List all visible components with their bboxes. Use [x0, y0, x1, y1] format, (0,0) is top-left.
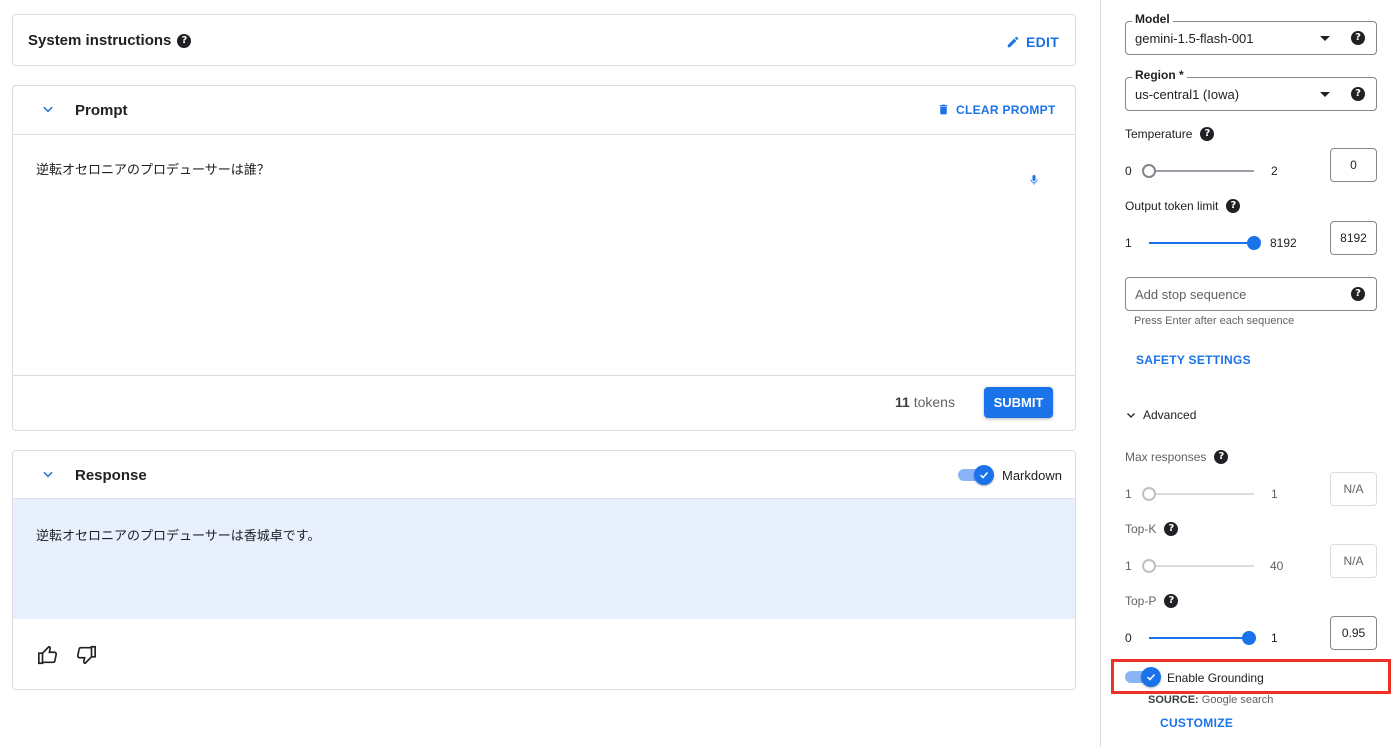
thumbs-up-icon[interactable] — [37, 644, 59, 671]
markdown-label: Markdown — [1002, 468, 1062, 483]
top-k-label-row: Top-K ? — [1125, 522, 1179, 536]
model-select[interactable]: Model gemini-1.5-flash-001 ? — [1125, 12, 1377, 55]
response-body — [13, 499, 1075, 619]
response-card: Response Markdown 逆転オセロニアのプロデューサーは香城卓です。 — [12, 450, 1076, 690]
thumbs-down-icon[interactable] — [75, 644, 97, 671]
advanced-label: Advanced — [1143, 408, 1197, 422]
pencil-icon — [1007, 36, 1019, 48]
slider-thumb[interactable] — [1247, 236, 1261, 250]
help-icon[interactable]: ? — [177, 33, 192, 48]
divider — [13, 134, 1075, 135]
edit-button[interactable]: EDIT — [1006, 34, 1059, 50]
token-count-value: 11 — [895, 394, 910, 410]
slider-thumb[interactable] — [1142, 164, 1156, 178]
top-p-min: 0 — [1125, 631, 1132, 645]
top-k-min: 1 — [1125, 559, 1132, 573]
dropdown-arrow-icon — [1320, 92, 1330, 97]
model-value: gemini-1.5-flash-001 — [1135, 31, 1254, 46]
token-count: 11 tokens — [895, 394, 955, 410]
stop-sequence-input[interactable]: Add stop sequence ? — [1125, 277, 1377, 311]
settings-panel: Model gemini-1.5-flash-001 ? Region * us… — [1100, 0, 1400, 747]
help-icon[interactable]: ? — [1200, 127, 1215, 141]
divider — [13, 375, 1075, 376]
max-responses-slider — [1142, 487, 1254, 501]
top-p-input[interactable]: 0.95 — [1330, 616, 1377, 650]
chevron-down-icon[interactable] — [41, 467, 55, 484]
prompt-card: Prompt CLEAR PROMPT 逆転オセロニアのプロデューサーは誰？ 1… — [12, 85, 1076, 431]
max-responses-label-row: Max responses ? — [1125, 450, 1229, 464]
slider-fill — [1149, 637, 1249, 639]
source-value: Google search — [1201, 694, 1274, 706]
region-select[interactable]: Region * us-central1 (Iowa) ? — [1125, 68, 1377, 111]
highlight-box — [1111, 659, 1391, 694]
help-icon[interactable]: ? — [1351, 287, 1365, 301]
advanced-toggle[interactable]: Advanced — [1125, 408, 1196, 422]
grounding-source: SOURCE: Google search — [1148, 694, 1273, 706]
temperature-label-row: Temperature ? — [1125, 127, 1215, 141]
prompt-input[interactable]: 逆転オセロニアのプロデューサーは誰？ — [36, 159, 270, 178]
region-label: Region * — [1132, 68, 1187, 82]
system-instructions-title: System instructions — [28, 32, 172, 49]
chevron-down-icon[interactable] — [41, 102, 55, 119]
system-instructions-header: System instructions ? — [28, 32, 192, 49]
slider-thumb — [1142, 559, 1156, 573]
region-value: us-central1 (Iowa) — [1135, 87, 1240, 102]
system-instructions-card: System instructions ? EDIT — [12, 14, 1076, 66]
edit-label: EDIT — [1026, 34, 1060, 50]
model-label: Model — [1132, 12, 1173, 26]
top-k-label: Top-K — [1125, 522, 1157, 536]
output-token-limit-slider[interactable] — [1149, 236, 1261, 250]
slider-thumb — [1142, 487, 1156, 501]
response-title: Response — [75, 467, 147, 484]
output-token-limit-min: 1 — [1125, 236, 1132, 250]
microphone-icon[interactable] — [1028, 172, 1040, 193]
clear-prompt-button[interactable]: CLEAR PROMPT — [937, 102, 1056, 117]
max-responses-input: N/A — [1330, 472, 1377, 506]
top-k-input: N/A — [1330, 544, 1377, 578]
slider-thumb[interactable] — [1241, 631, 1256, 645]
stop-sequence-placeholder: Add stop sequence — [1135, 287, 1247, 302]
check-icon — [974, 465, 994, 485]
stop-sequence-hint: Press Enter after each sequence — [1134, 315, 1295, 327]
safety-settings-button[interactable]: SAFETY SETTINGS — [1136, 353, 1251, 367]
top-p-slider[interactable] — [1149, 631, 1256, 645]
help-icon[interactable]: ? — [1164, 522, 1179, 536]
top-p-max: 1 — [1271, 631, 1278, 645]
output-token-limit-max: 8192 — [1270, 236, 1297, 250]
source-key: SOURCE: — [1148, 694, 1199, 706]
top-k-slider — [1142, 559, 1254, 573]
temperature-input[interactable]: 0 — [1330, 148, 1377, 182]
help-icon[interactable]: ? — [1226, 199, 1241, 213]
prompt-title: Prompt — [75, 102, 128, 119]
temperature-min: 0 — [1125, 164, 1132, 178]
top-p-label: Top-P — [1125, 594, 1157, 608]
output-token-limit-label-row: Output token limit ? — [1125, 199, 1241, 213]
dropdown-arrow-icon — [1320, 36, 1330, 41]
max-responses-max: 1 — [1271, 487, 1278, 501]
customize-button[interactable]: CUSTOMIZE — [1160, 716, 1233, 730]
output-token-limit-input[interactable]: 8192 — [1330, 221, 1377, 255]
clear-prompt-label: CLEAR PROMPT — [956, 102, 1056, 117]
submit-button[interactable]: SUBMIT — [984, 387, 1053, 418]
markdown-toggle[interactable] — [958, 465, 994, 485]
help-icon[interactable]: ? — [1164, 594, 1179, 608]
temperature-label: Temperature — [1125, 127, 1193, 141]
help-icon[interactable]: ? — [1351, 31, 1365, 45]
temperature-max: 2 — [1271, 164, 1278, 178]
max-responses-label: Max responses — [1125, 450, 1207, 464]
help-icon[interactable]: ? — [1351, 87, 1365, 101]
token-count-label: tokens — [913, 394, 955, 410]
chevron-down-icon — [1127, 413, 1135, 418]
max-responses-min: 1 — [1125, 487, 1132, 501]
temperature-slider[interactable] — [1142, 164, 1254, 178]
output-token-limit-label: Output token limit — [1125, 199, 1219, 213]
slider-fill — [1149, 242, 1254, 244]
help-icon[interactable]: ? — [1214, 450, 1229, 464]
response-text: 逆転オセロニアのプロデューサーは香城卓です。 — [36, 529, 321, 544]
top-p-label-row: Top-P ? — [1125, 594, 1179, 608]
top-k-max: 40 — [1270, 559, 1284, 573]
trash-icon — [939, 104, 948, 115]
